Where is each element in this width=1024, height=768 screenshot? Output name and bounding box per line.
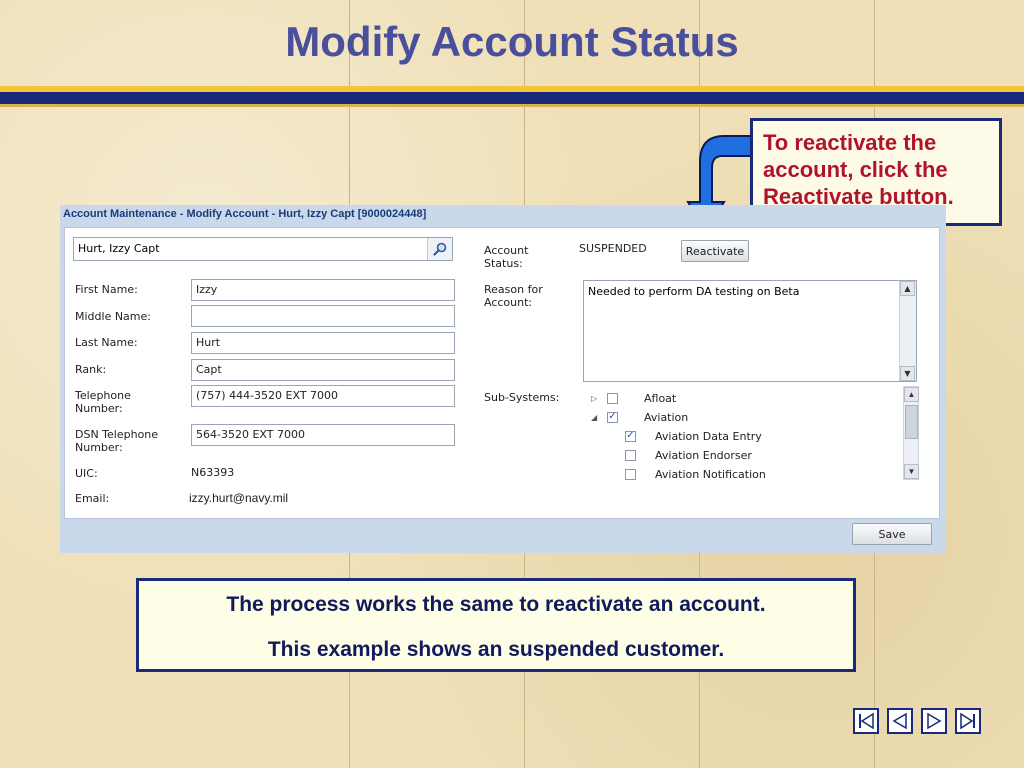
modify-account-panel: First Name: Middle Name: Last Name: Rank… [64, 227, 940, 519]
save-button[interactable]: Save [852, 523, 932, 545]
header-stripe-navy [0, 92, 1024, 104]
reason-text: Needed to perform DA testing on Beta [588, 285, 800, 298]
collapse-icon[interactable]: ◢ [591, 413, 601, 422]
first-name-label: First Name: [75, 283, 138, 296]
magnifier-icon [433, 242, 447, 256]
scroll-down-icon[interactable]: ▼ [904, 464, 919, 479]
slide-title: Modify Account Status [285, 18, 739, 65]
scroll-down-icon[interactable]: ▼ [900, 366, 915, 381]
account-search-box [73, 237, 453, 261]
rank-label: Rank: [75, 363, 107, 376]
uic-label: UIC: [75, 467, 98, 480]
last-name-field[interactable]: Hurt [191, 332, 455, 354]
subsystems-scrollbar[interactable]: ▲ ▼ [903, 386, 919, 480]
reason-scrollbar[interactable]: ▲ ▼ [899, 281, 916, 381]
account-status-label: Account Status: [484, 244, 529, 270]
expand-icon[interactable]: ▷ [591, 394, 601, 403]
title-area: Modify Account Status [0, 0, 1024, 86]
scroll-thumb[interactable] [905, 405, 918, 439]
first-slide-button[interactable] [853, 708, 879, 734]
checkbox-aviation-notification[interactable] [625, 468, 636, 480]
account-search-input[interactable] [78, 242, 398, 255]
telephone-label: Telephone Number: [75, 389, 131, 415]
telephone-field[interactable]: (757) 444-3520 EXT 7000 [191, 385, 455, 407]
window-title: Account Maintenance - Modify Account - H… [63, 208, 427, 220]
uic-value: N63393 [191, 466, 235, 479]
dsn-telephone-label: DSN Telephone Number: [75, 428, 159, 454]
last-slide-button[interactable] [955, 708, 981, 734]
explanation-line-1: The process works the same to reactivate… [226, 593, 766, 616]
header-stripe-gold-thin [0, 104, 1024, 107]
account-status-value: SUSPENDED [579, 242, 647, 255]
email-value: izzy.hurt@navy.mil [189, 491, 289, 505]
tree-item-aviation[interactable]: ◢ ✓ Aviation [591, 408, 688, 426]
next-slide-button[interactable] [921, 708, 947, 734]
last-name-label: Last Name: [75, 336, 138, 349]
next-slide-icon [927, 712, 942, 730]
scroll-up-icon[interactable]: ▲ [904, 387, 919, 402]
checkbox-aviation-data-entry[interactable]: ✓ [625, 430, 636, 442]
checkbox-aviation[interactable]: ✓ [607, 411, 618, 423]
previous-slide-button[interactable] [887, 708, 913, 734]
checkbox-aviation-endorser[interactable] [625, 449, 636, 461]
dsn-telephone-field[interactable]: 564-3520 EXT 7000 [191, 424, 455, 446]
middle-name-field[interactable] [191, 305, 455, 327]
tree-item-aviation-data-entry[interactable]: ✓ Aviation Data Entry [625, 427, 762, 445]
scroll-up-icon[interactable]: ▲ [900, 281, 915, 296]
explanation-line-2: This example shows an suspended customer… [267, 638, 725, 661]
tree-item-afloat[interactable]: ▷ Afloat [591, 389, 676, 407]
previous-slide-icon [892, 712, 907, 730]
checkbox-afloat[interactable] [607, 392, 618, 404]
reason-textarea[interactable]: Needed to perform DA testing on Beta ▲ ▼ [583, 280, 917, 382]
search-button[interactable] [427, 238, 452, 260]
explanation-callout: The process works the same to reactivate… [136, 578, 856, 672]
reactivate-button[interactable]: Reactivate [681, 240, 749, 262]
subsystems-label: Sub-Systems: [484, 391, 560, 404]
first-slide-icon [859, 712, 874, 730]
last-slide-icon [960, 712, 975, 730]
account-maintenance-window: Account Maintenance - Modify Account - H… [60, 205, 946, 553]
reason-label: Reason for Account: [484, 283, 543, 309]
tree-item-aviation-endorser[interactable]: Aviation Endorser [625, 446, 752, 464]
first-name-field[interactable]: Izzy [191, 279, 455, 301]
subsystems-tree: ▷ Afloat ◢ ✓ Aviation ✓ Aviation Data En… [583, 386, 919, 481]
middle-name-label: Middle Name: [75, 310, 151, 323]
rank-field[interactable]: Capt [191, 359, 455, 381]
email-label: Email: [75, 492, 110, 505]
tree-item-aviation-notification[interactable]: Aviation Notification [625, 465, 766, 480]
